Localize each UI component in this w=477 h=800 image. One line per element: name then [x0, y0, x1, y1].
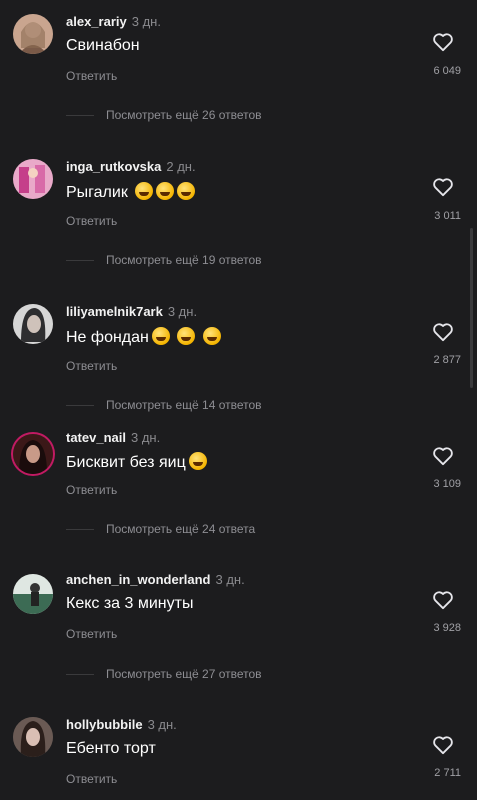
laughing-emoji-icon: [188, 452, 207, 470]
reply-button[interactable]: Ответить: [66, 359, 117, 373]
divider: [66, 260, 94, 262]
comment-time: 3 дн.: [131, 14, 161, 29]
reply-button[interactable]: Ответить: [66, 214, 117, 228]
comment-time: 3 дн.: [167, 304, 198, 319]
avatar[interactable]: [13, 717, 53, 757]
avatar[interactable]: [13, 304, 53, 344]
username-text[interactable]: liliyamelnik7ark: [66, 304, 163, 319]
heart-icon[interactable]: [432, 322, 454, 342]
reply-button[interactable]: Ответить: [66, 69, 117, 83]
comment-time: 2 дн.: [166, 159, 196, 174]
view-more-replies[interactable]: Посмотреть ещё 14 ответов: [66, 398, 262, 412]
laughing-emoji-icon: [177, 182, 196, 200]
view-more-replies[interactable]: Посмотреть ещё 19 ответов: [66, 253, 262, 267]
comment-text-content: Свинабон: [66, 37, 140, 54]
like-count: 3 109: [433, 478, 461, 490]
divider: [66, 115, 94, 117]
heart-icon[interactable]: [432, 32, 454, 52]
comment-username[interactable]: anchen_in_wonderland 3 дн.: [66, 572, 245, 587]
view-more-label[interactable]: Посмотреть ещё 19 ответов: [106, 253, 262, 267]
comment-text-content: Ебенто торт: [66, 740, 156, 757]
avatar[interactable]: [13, 434, 53, 474]
heart-icon[interactable]: [432, 590, 454, 610]
comment-text: Ебенто торт: [66, 740, 156, 758]
comment-username[interactable]: liliyamelnik7ark 3 дн.: [66, 304, 197, 319]
like-count: 3 928: [433, 622, 461, 634]
comment-time: 3 дн.: [147, 717, 177, 732]
avatar[interactable]: [13, 574, 53, 614]
username-text[interactable]: hollybubbile: [66, 717, 143, 732]
divider: [66, 529, 94, 531]
scrollbar[interactable]: [470, 228, 473, 388]
comment-text-content: Не фондан: [66, 329, 149, 346]
comment-text: Рыгалик: [66, 182, 196, 202]
view-more-replies[interactable]: Посмотреть ещё 27 ответов: [66, 667, 262, 681]
comment-text-content: Бисквит без яиц: [66, 454, 186, 471]
comment-text: Не фондан: [66, 327, 221, 347]
comment-time: 3 дн.: [215, 572, 245, 587]
comment-text-content: Кекс за 3 минуты: [66, 595, 194, 612]
like-count: 2 711: [434, 767, 461, 779]
comment-text: Свинабон: [66, 37, 140, 55]
comment-text: Кекс за 3 минуты: [66, 595, 193, 613]
divider: [66, 405, 94, 407]
comment-text: Бисквит без яиц: [66, 452, 207, 472]
comment-time: 3 дн.: [130, 430, 161, 445]
like-count: 6 049: [433, 65, 461, 77]
avatar[interactable]: [13, 159, 53, 199]
view-more-label[interactable]: Посмотреть ещё 27 ответов: [106, 667, 262, 681]
username-text[interactable]: anchen_in_wonderland: [66, 572, 210, 587]
view-more-label[interactable]: Посмотреть ещё 26 ответов: [106, 108, 262, 122]
reply-button[interactable]: Ответить: [66, 627, 117, 641]
heart-icon[interactable]: [432, 446, 454, 466]
laughing-emoji-icon: [135, 182, 154, 200]
username-text[interactable]: tatev_nail: [66, 430, 126, 445]
avatar[interactable]: [13, 14, 53, 54]
comment-username[interactable]: inga_rutkovska 2 дн.: [66, 159, 196, 174]
reply-button[interactable]: Ответить: [66, 483, 117, 497]
username-text[interactable]: alex_rariy: [66, 14, 127, 29]
view-more-replies[interactable]: Посмотреть ещё 24 ответа: [66, 522, 255, 536]
comment-username[interactable]: hollybubbile 3 дн.: [66, 717, 177, 732]
comment-username[interactable]: tatev_nail 3 дн.: [66, 430, 160, 445]
view-more-label[interactable]: Посмотреть ещё 14 ответов: [106, 398, 262, 412]
heart-icon[interactable]: [432, 177, 454, 197]
username-text[interactable]: inga_rutkovska: [66, 159, 161, 174]
comment-username[interactable]: alex_rariy 3 дн.: [66, 14, 161, 29]
view-more-replies[interactable]: Посмотреть ещё 26 ответов: [66, 108, 262, 122]
laughing-emoji-icon: [177, 327, 196, 345]
laughing-emoji-icon: [156, 182, 175, 200]
view-more-label[interactable]: Посмотреть ещё 24 ответа: [106, 522, 255, 536]
laughing-emoji-icon: [151, 327, 170, 345]
comment-text-content: Рыгалик: [66, 184, 128, 201]
reply-button[interactable]: Ответить: [66, 772, 117, 786]
like-count: 3 011: [434, 210, 461, 222]
like-count: 2 877: [433, 354, 461, 366]
heart-icon[interactable]: [432, 735, 454, 755]
laughing-emoji-icon: [202, 327, 221, 345]
divider: [66, 674, 94, 676]
